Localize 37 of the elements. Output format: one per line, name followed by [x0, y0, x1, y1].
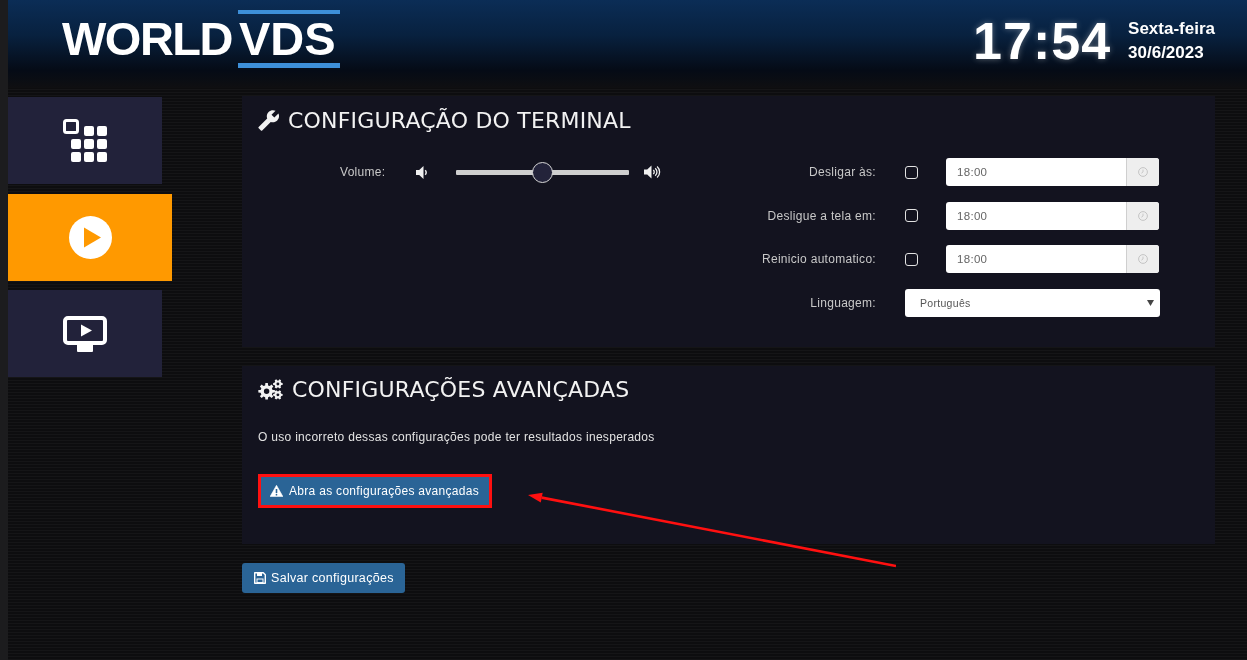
- checkbox[interactable]: [905, 209, 918, 222]
- monitor-play-icon: [63, 315, 107, 352]
- clock-icon: [1138, 254, 1148, 264]
- language-select[interactable]: Português: [905, 288, 1160, 317]
- warning-icon: [270, 484, 283, 497]
- time-field[interactable]: 18:00: [946, 158, 1159, 186]
- volume-label: Volume:: [340, 165, 386, 179]
- field-label: Linguagem:: [809, 295, 876, 310]
- apps-grid-icon: [63, 119, 107, 162]
- gears-icon: [258, 379, 283, 400]
- menu-tab[interactable]: [8, 290, 162, 377]
- clock-icon: [1138, 210, 1148, 221]
- warning-text: O uso incorreto dessas configurações pode ter resultados inesperados: [258, 428, 656, 445]
- panel-title: CONFIGURAÇÃO DO TERMINAL: [288, 107, 631, 133]
- time-field[interactable]: 18:00: [946, 201, 1159, 230]
- menu-tab[interactable]: [8, 97, 162, 184]
- save-button[interactable]: Salvar configurações: [242, 562, 405, 593]
- logo-text: VDS: [238, 10, 340, 68]
- weekday-label: Sexta-feira: [1128, 18, 1215, 40]
- wrench-icon: [258, 109, 279, 131]
- panel-title: CONFIGURAÇÕES AVANÇADAS: [292, 377, 630, 402]
- field-label: Desligar às:: [808, 165, 876, 179]
- logo-text: WORLD: [62, 11, 232, 67]
- volume-slider-thumb[interactable]: [532, 161, 554, 183]
- play-circle-icon: [68, 215, 112, 259]
- time-field[interactable]: 18:00: [946, 245, 1159, 273]
- clock-time: 17:54: [973, 15, 1112, 67]
- speaker-loud-icon: [644, 165, 662, 179]
- field-label: Desligue a tela em:: [766, 208, 876, 223]
- checkbox[interactable]: [905, 252, 918, 266]
- date-label: 30/6/2023: [1128, 42, 1204, 64]
- advanced-settings-button[interactable]: Abra as configurações avançadas: [258, 473, 493, 508]
- caret-down-icon: [1147, 299, 1154, 306]
- clock-icon: [1138, 167, 1148, 177]
- checkbox[interactable]: [905, 165, 918, 179]
- field-label: Reinicio automatico:: [760, 252, 876, 266]
- speaker-low-icon: [416, 165, 429, 179]
